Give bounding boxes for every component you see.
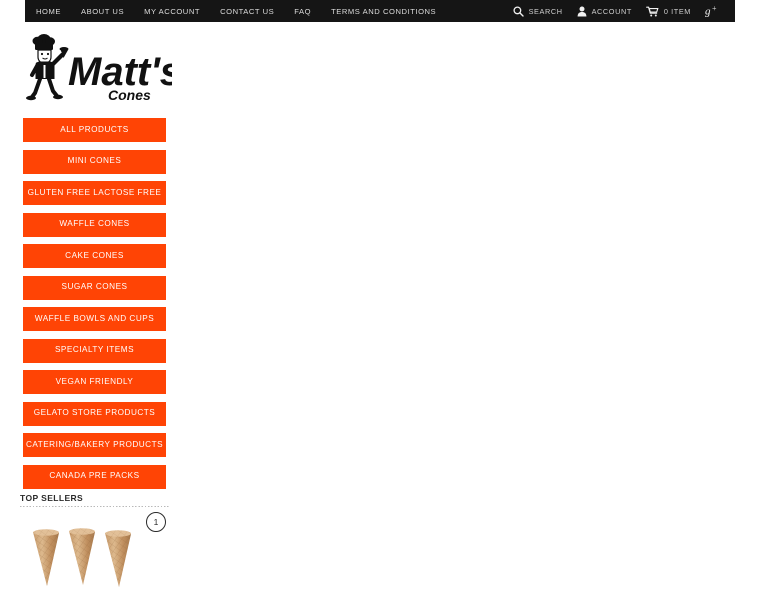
account-button[interactable]: ACCOUNT bbox=[577, 6, 632, 17]
account-label: ACCOUNT bbox=[591, 6, 632, 16]
primary-nav: HOME ABOUT US MY ACCOUNT CONTACT US FAQ … bbox=[25, 7, 436, 16]
category-mini-cones[interactable]: MINI CONES bbox=[23, 149, 166, 174]
utility-nav: SEARCH ACCOUNT 0 ITEM g + bbox=[499, 5, 735, 17]
search-label: SEARCH bbox=[528, 6, 563, 16]
top-sellers-product-image[interactable] bbox=[25, 520, 155, 598]
chef-with-cone-icon: Matt's Cones bbox=[26, 34, 172, 102]
category-catering-bakery-products[interactable]: CATERING/BAKERY PRODUCTS bbox=[23, 433, 166, 457]
top-sellers-heading: TOP SELLERS bbox=[20, 493, 84, 503]
search-button[interactable]: SEARCH bbox=[513, 5, 563, 17]
category-label: CAKE CONES bbox=[65, 250, 124, 260]
category-label: GLUTEN FREE LACTOSE FREE bbox=[27, 187, 162, 197]
nav-my-account[interactable]: MY ACCOUNT bbox=[144, 7, 200, 16]
category-label: MINI CONES bbox=[67, 156, 122, 166]
category-waffle-cones[interactable]: WAFFLE CONES bbox=[23, 212, 166, 237]
cart-button[interactable]: 0 ITEM bbox=[645, 6, 691, 17]
cart-item-count: 0 ITEM bbox=[663, 6, 691, 16]
nav-terms-and-conditions[interactable]: TERMS AND CONDITIONS bbox=[331, 7, 436, 16]
svg-text:Cones: Cones bbox=[108, 87, 151, 102]
category-label: SPECIALTY ITEMS bbox=[54, 345, 135, 355]
page-root: HOME ABOUT US MY ACCOUNT CONTACT US FAQ … bbox=[0, 0, 760, 600]
svg-text:+: + bbox=[712, 5, 717, 13]
category-label: ALL PRODUCTS bbox=[60, 124, 129, 134]
nav-about-us[interactable]: ABOUT US bbox=[81, 7, 124, 16]
category-label: WAFFLE CONES bbox=[59, 219, 130, 229]
category-label: CATERING/BAKERY PRODUCTS bbox=[25, 439, 164, 449]
top-navigation-bar: HOME ABOUT US MY ACCOUNT CONTACT US FAQ … bbox=[25, 0, 735, 22]
waffle-cones-icon bbox=[33, 528, 131, 587]
category-vegan-friendly[interactable]: VEGAN FRIENDLY bbox=[23, 370, 166, 394]
nav-home[interactable]: HOME bbox=[36, 7, 61, 16]
category-label: SUGAR CONES bbox=[61, 282, 128, 292]
category-label: WAFFLE BOWLS AND CUPS bbox=[34, 313, 155, 323]
sidebar-category-list: ALL PRODUCTS MINI CONES GLUTEN FREE LACT… bbox=[23, 118, 166, 496]
nav-faq[interactable]: FAQ bbox=[294, 7, 311, 16]
category-specialty-items[interactable]: SPECIALTY ITEMS bbox=[23, 338, 166, 363]
google-plus-icon: g + bbox=[705, 5, 719, 17]
site-logo[interactable]: Matt's Cones bbox=[22, 30, 172, 102]
category-gluten-free-lactose-free[interactable]: GLUTEN FREE LACTOSE FREE bbox=[23, 181, 166, 205]
category-sugar-cones[interactable]: SUGAR CONES bbox=[23, 275, 166, 300]
category-gelato-store-products[interactable]: GELATO STORE PRODUCTS bbox=[23, 401, 166, 426]
svg-text:g: g bbox=[705, 6, 711, 17]
category-all-products[interactable]: ALL PRODUCTS bbox=[23, 118, 166, 142]
category-label: CANADA PRE PACKS bbox=[49, 471, 140, 481]
google-plus-link[interactable]: g + bbox=[705, 5, 719, 17]
shopping-cart-icon bbox=[645, 6, 659, 17]
category-waffle-bowls-and-cups[interactable]: WAFFLE BOWLS AND CUPS bbox=[23, 307, 166, 331]
category-canada-pre-packs[interactable]: CANADA PRE PACKS bbox=[23, 464, 166, 489]
search-icon bbox=[513, 5, 524, 17]
category-label: VEGAN FRIENDLY bbox=[55, 376, 134, 386]
category-label: GELATO STORE PRODUCTS bbox=[33, 408, 156, 418]
nav-contact-us[interactable]: CONTACT US bbox=[220, 7, 274, 16]
top-sellers-divider bbox=[20, 506, 170, 507]
user-icon bbox=[577, 6, 587, 17]
category-cake-cones[interactable]: CAKE CONES bbox=[23, 244, 166, 268]
